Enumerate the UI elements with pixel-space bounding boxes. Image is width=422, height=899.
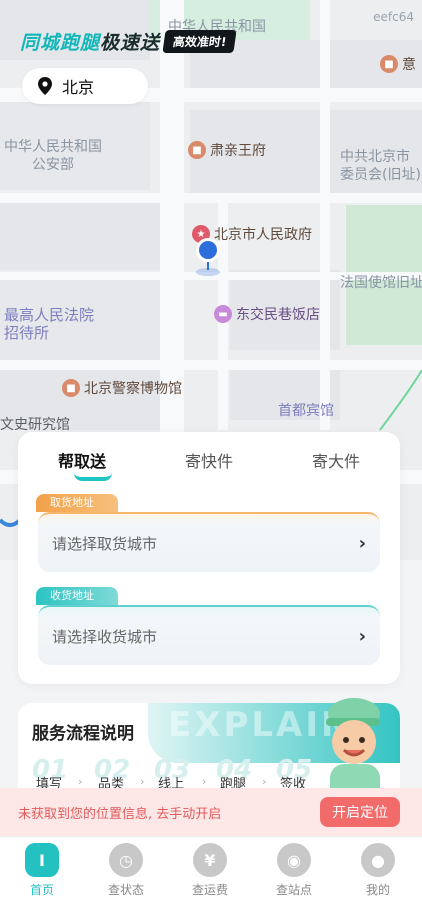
deliver-address-tag: 收货地址	[36, 587, 118, 605]
map-poi-prince-su: ■ 肃亲王府	[188, 140, 266, 160]
location-notice-message: 未获取到您的位置信息, 去手动开启	[18, 806, 222, 822]
tab-send-large[interactable]: 寄大件	[312, 448, 360, 472]
location-pin-icon	[38, 77, 52, 95]
clock-icon: ◷	[109, 843, 143, 877]
home-icon: Ⅰ	[25, 843, 59, 877]
nav-status[interactable]: ◷ 查状态	[96, 843, 156, 898]
promo-banner: 同城跑腿极速送 高效准时!	[20, 28, 238, 55]
map-label-ccp: 中共北京市 委员会(旧址)	[340, 149, 421, 183]
map-label-court: 最高人民法院 招待所	[4, 306, 95, 342]
process-step: 03 线上	[154, 755, 191, 792]
nav-mine[interactable]: ● 我的	[348, 843, 408, 898]
chevron-right-icon: ›	[358, 532, 366, 554]
chevron-right-icon: ›	[358, 625, 366, 647]
banner-tag: 高效准时!	[162, 30, 238, 53]
nav-freight[interactable]: ¥ 查运费	[180, 843, 240, 898]
map-poi-police-museum: ■ 北京警察博物馆	[62, 378, 182, 398]
step-arrow-icon: ›	[262, 775, 267, 788]
current-location-marker	[196, 238, 220, 276]
tab-indicator	[74, 473, 112, 481]
map-label-ministry: 中华人民共和国 公安部	[4, 139, 102, 173]
pickup-address-tag: 取货地址	[36, 494, 118, 512]
process-step: 05 签收	[276, 755, 313, 792]
map-poi-top-right: ■ 意	[380, 54, 416, 74]
deliver-city-field[interactable]: 请选择收货城市 ›	[38, 605, 380, 665]
process-title: 服务流程说明	[32, 724, 134, 744]
map-poi-hotel: ▬ 东交民巷饭店	[214, 304, 320, 324]
user-icon: ●	[361, 843, 395, 877]
pickup-city-field[interactable]: 请选择取货城市 ›	[38, 512, 380, 572]
deliver-city-placeholder: 请选择收货城市	[52, 627, 158, 646]
tab-send-express[interactable]: 寄快件	[185, 448, 233, 472]
location-icon: ◉	[277, 843, 311, 877]
map-label-capital-hotel: 首都宾馆	[278, 403, 334, 419]
yen-icon: ¥	[193, 843, 227, 877]
map-pin-icon: ■	[188, 141, 206, 159]
step-arrow-icon: ›	[202, 775, 207, 788]
hotel-icon: ▬	[214, 305, 232, 323]
bottom-nav: Ⅰ 首页 ◷ 查状态 ¥ 查运费 ◉ 查站点 ● 我的	[0, 836, 422, 899]
map-label-embassy: 法国使馆旧址	[340, 275, 422, 291]
courier-mascot-icon	[326, 698, 380, 802]
pickup-city-placeholder: 请选择取货城市	[52, 534, 158, 553]
process-step: 04 跑腿	[216, 755, 253, 792]
enable-location-button[interactable]: 开启定位	[320, 797, 400, 827]
step-arrow-icon: ›	[78, 775, 83, 788]
city-selector[interactable]: 北京	[22, 68, 148, 104]
step-arrow-icon: ›	[140, 775, 145, 788]
tab-help-pickup[interactable]: 帮取送	[58, 448, 106, 472]
process-step: 01 填写	[32, 755, 69, 792]
banner-slogan: 同城跑腿极速送	[20, 32, 161, 54]
service-tabs: 帮取送 寄快件 寄大件	[18, 432, 400, 482]
city-name: 北京	[62, 78, 95, 97]
map-watermark: eefc64	[373, 10, 414, 24]
nav-stations[interactable]: ◉ 查站点	[264, 843, 324, 898]
map-pin-icon: ■	[62, 379, 80, 397]
location-notice: 未获取到您的位置信息, 去手动开启 开启定位	[0, 788, 422, 836]
process-step: 02 品类	[94, 755, 131, 792]
map-pin-icon: ■	[380, 55, 398, 73]
nav-home[interactable]: Ⅰ 首页	[12, 843, 72, 898]
